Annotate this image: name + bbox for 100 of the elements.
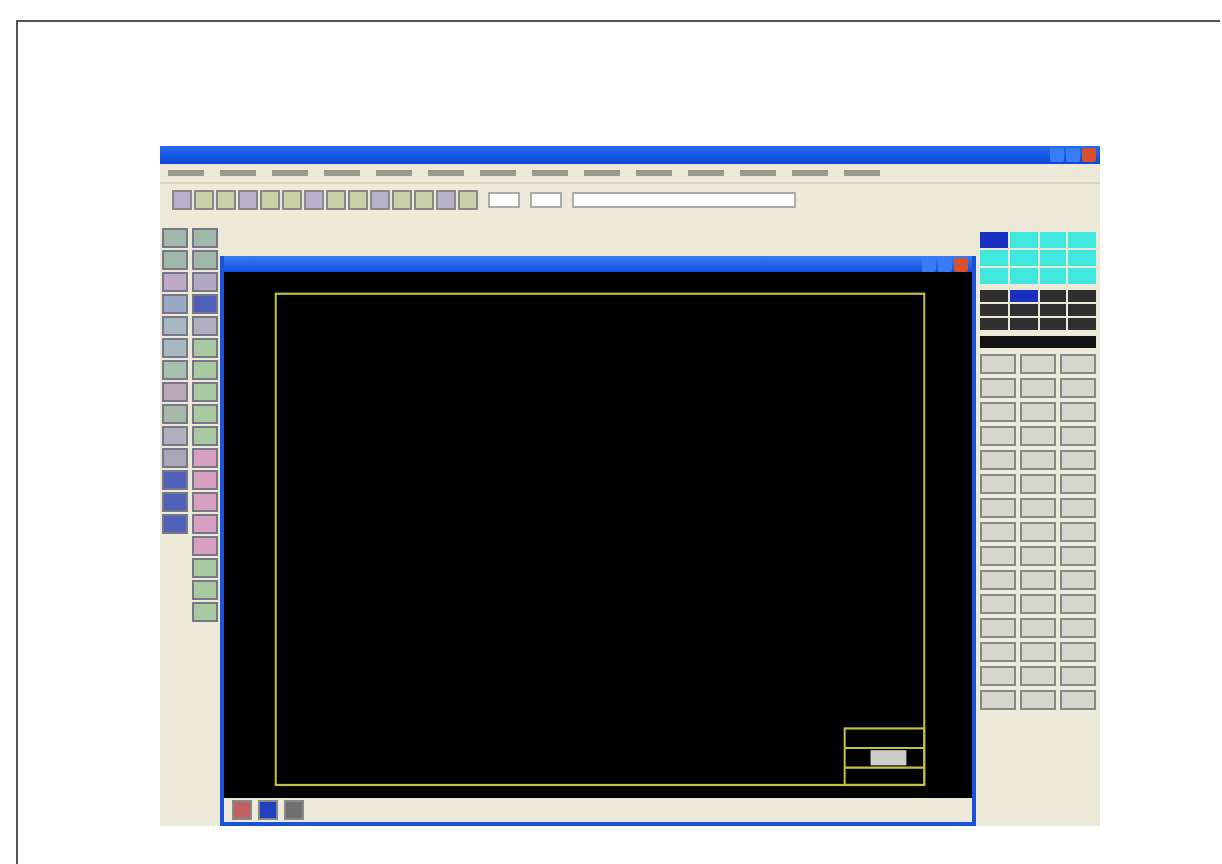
key-button[interactable] xyxy=(1020,570,1056,590)
key-button[interactable] xyxy=(980,618,1016,638)
dropdown-field[interactable] xyxy=(572,192,796,208)
key-button[interactable] xyxy=(980,666,1016,686)
key-button[interactable] xyxy=(980,594,1016,614)
color-cell[interactable] xyxy=(1039,290,1067,302)
key-button[interactable] xyxy=(980,546,1016,566)
close-button[interactable] xyxy=(954,257,968,271)
key-button[interactable] xyxy=(1060,666,1096,686)
tool-button[interactable] xyxy=(162,360,188,380)
key-button[interactable] xyxy=(1060,522,1096,542)
key-button[interactable] xyxy=(1060,690,1096,710)
color-cell[interactable] xyxy=(1039,318,1067,330)
key-button[interactable] xyxy=(1020,450,1056,470)
color-cell[interactable] xyxy=(1068,318,1096,330)
dropdown-field[interactable] xyxy=(530,192,562,208)
tool-button[interactable] xyxy=(162,228,188,248)
input-field[interactable] xyxy=(980,336,1096,348)
tool-button[interactable] xyxy=(162,250,188,270)
key-button[interactable] xyxy=(980,450,1016,470)
tool-button[interactable] xyxy=(192,250,218,270)
key-button[interactable] xyxy=(1020,642,1056,662)
layer-cell[interactable] xyxy=(1068,268,1096,284)
key-button[interactable] xyxy=(1060,474,1096,494)
layer-cell[interactable] xyxy=(1039,268,1067,284)
tool-button[interactable] xyxy=(192,360,218,380)
tool-button[interactable] xyxy=(192,404,218,424)
color-cell[interactable] xyxy=(1009,290,1037,302)
key-button[interactable] xyxy=(980,402,1016,422)
key-button[interactable] xyxy=(1060,426,1096,446)
key-button[interactable] xyxy=(1060,642,1096,662)
key-button[interactable] xyxy=(1060,618,1096,638)
tool-button[interactable] xyxy=(162,272,188,292)
key-button[interactable] xyxy=(980,690,1016,710)
key-button[interactable] xyxy=(980,642,1016,662)
key-button[interactable] xyxy=(1020,618,1056,638)
color-cell[interactable] xyxy=(1009,304,1037,316)
key-button[interactable] xyxy=(1020,354,1056,374)
tool-button[interactable] xyxy=(192,272,218,292)
key-button[interactable] xyxy=(980,474,1016,494)
color-cell[interactable] xyxy=(1068,304,1096,316)
layer-cell[interactable] xyxy=(1068,232,1096,248)
tool-button[interactable] xyxy=(192,382,218,402)
tool-button[interactable] xyxy=(162,470,188,490)
key-button[interactable] xyxy=(1020,498,1056,518)
key-button[interactable] xyxy=(1060,570,1096,590)
layer-cell[interactable] xyxy=(980,232,1008,248)
tool-button[interactable] xyxy=(162,316,188,336)
tool-button[interactable] xyxy=(162,404,188,424)
key-button[interactable] xyxy=(1020,546,1056,566)
tool-button[interactable] xyxy=(192,294,218,314)
tool-button[interactable] xyxy=(162,448,188,468)
tool-button[interactable] xyxy=(192,514,218,534)
key-button[interactable] xyxy=(1060,354,1096,374)
key-button[interactable] xyxy=(980,498,1016,518)
color-cell[interactable] xyxy=(1068,290,1096,302)
tool-button[interactable] xyxy=(192,602,218,622)
key-button[interactable] xyxy=(980,378,1016,398)
layer-cell[interactable] xyxy=(1039,232,1067,248)
layer-cell[interactable] xyxy=(1039,250,1067,266)
tool-button[interactable] xyxy=(192,558,218,578)
tool-button[interactable] xyxy=(192,338,218,358)
layer-cell[interactable] xyxy=(1009,268,1037,284)
layer-cell[interactable] xyxy=(980,250,1008,266)
key-button[interactable] xyxy=(1020,666,1056,686)
tool-button[interactable] xyxy=(192,492,218,512)
key-button[interactable] xyxy=(1060,378,1096,398)
tool-button[interactable] xyxy=(192,536,218,556)
key-button[interactable] xyxy=(1020,690,1056,710)
color-cell[interactable] xyxy=(980,290,1008,302)
key-button[interactable] xyxy=(1020,378,1056,398)
key-button[interactable] xyxy=(1020,426,1056,446)
key-button[interactable] xyxy=(1020,594,1056,614)
key-button[interactable] xyxy=(1060,450,1096,470)
tool-button[interactable] xyxy=(192,426,218,446)
tool-button[interactable] xyxy=(192,448,218,468)
key-button[interactable] xyxy=(980,570,1016,590)
close-button[interactable] xyxy=(1082,148,1096,162)
tool-button[interactable] xyxy=(192,580,218,600)
key-button[interactable] xyxy=(1060,402,1096,422)
tool-button[interactable] xyxy=(162,426,188,446)
tool-button[interactable] xyxy=(192,470,218,490)
key-button[interactable] xyxy=(980,426,1016,446)
layer-cell[interactable] xyxy=(1009,250,1037,266)
color-cell[interactable] xyxy=(980,304,1008,316)
color-cell[interactable] xyxy=(1039,304,1067,316)
key-button[interactable] xyxy=(1060,498,1096,518)
tool-button[interactable] xyxy=(162,492,188,512)
layer-cell[interactable] xyxy=(980,268,1008,284)
key-button[interactable] xyxy=(1060,546,1096,566)
layer-cell[interactable] xyxy=(1009,232,1037,248)
layer-cell[interactable] xyxy=(1068,250,1096,266)
dropdown-field[interactable] xyxy=(488,192,520,208)
key-button[interactable] xyxy=(980,522,1016,542)
tool-button[interactable] xyxy=(162,514,188,534)
key-button[interactable] xyxy=(1060,594,1096,614)
tool-button[interactable] xyxy=(162,338,188,358)
key-button[interactable] xyxy=(980,354,1016,374)
tool-button[interactable] xyxy=(162,294,188,314)
key-button[interactable] xyxy=(1020,402,1056,422)
